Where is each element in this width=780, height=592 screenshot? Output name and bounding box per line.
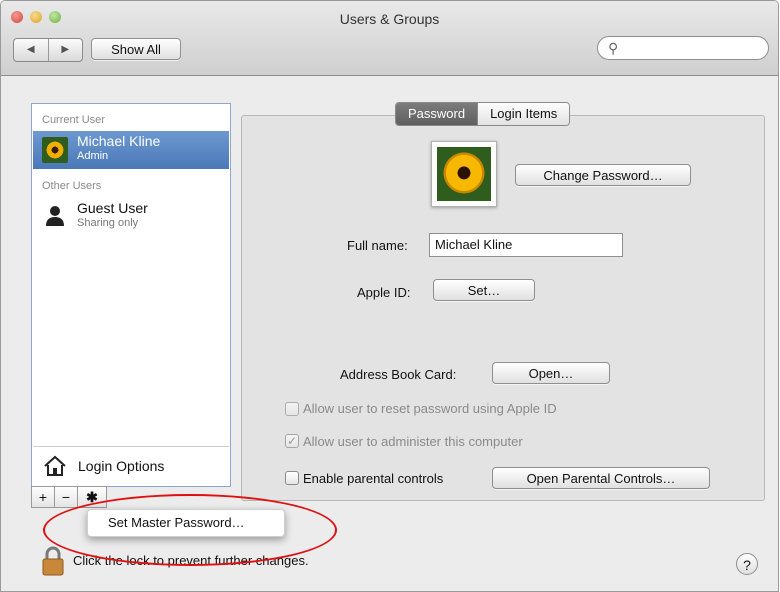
search-icon: ⚲ bbox=[608, 40, 619, 56]
remove-user-button[interactable]: − bbox=[54, 486, 78, 508]
user-role: Sharing only bbox=[77, 217, 139, 229]
tab-login-items[interactable]: Login Items bbox=[477, 103, 570, 125]
search-input[interactable]: ⚲ bbox=[597, 36, 769, 60]
annotation-ellipse bbox=[43, 494, 337, 566]
apple-id-label: Apple ID: bbox=[357, 285, 411, 300]
administer-checkbox[interactable]: ✓ bbox=[285, 434, 299, 448]
tab-password[interactable]: Password bbox=[396, 103, 478, 125]
back-forward-control: ◀ ▶ bbox=[13, 38, 83, 62]
users-list: Current User Michael Kline Admin Other U… bbox=[31, 103, 231, 487]
flower-picture bbox=[437, 147, 491, 201]
user-row-michael-kline[interactable]: Michael Kline Admin bbox=[33, 131, 229, 169]
address-book-card-label: Address Book Card: bbox=[340, 367, 457, 382]
login-options-label: Login Options bbox=[78, 458, 165, 474]
forward-icon[interactable]: ▶ bbox=[47, 39, 83, 61]
help-icon[interactable]: ? bbox=[736, 553, 758, 575]
users-groups-window: Users & Groups ◀ ▶ Show All ⚲ Current Us… bbox=[0, 0, 779, 592]
title-bar: Users & Groups ◀ ▶ Show All ⚲ bbox=[1, 1, 778, 76]
change-password-button[interactable]: Change Password… bbox=[515, 164, 691, 186]
parental-controls-checkbox[interactable] bbox=[285, 471, 299, 485]
settings-tabs: Password Login Items bbox=[395, 102, 571, 126]
show-all-button[interactable]: Show All bbox=[91, 38, 181, 60]
guest-user-icon bbox=[46, 206, 64, 226]
add-user-button[interactable]: + bbox=[31, 486, 55, 508]
reset-password-checkbox[interactable] bbox=[285, 402, 299, 416]
full-name-label: Full name: bbox=[347, 238, 408, 253]
lock-icon[interactable] bbox=[41, 546, 65, 576]
current-user-heading: Current User bbox=[42, 114, 105, 126]
window-title: Users & Groups bbox=[339, 11, 440, 27]
user-role: Admin bbox=[77, 150, 109, 162]
user-name: Michael Kline bbox=[77, 133, 161, 149]
user-row-guest[interactable]: Guest User Sharing only bbox=[33, 198, 229, 236]
back-icon[interactable]: ◀ bbox=[14, 39, 48, 61]
administer-label: Allow user to administer this computer bbox=[303, 434, 523, 449]
reset-password-label: Allow user to reset password using Apple… bbox=[303, 401, 557, 416]
set-apple-id-button[interactable]: Set… bbox=[433, 279, 535, 301]
avatar bbox=[42, 137, 68, 163]
user-name: Guest User bbox=[77, 200, 148, 216]
login-options-item[interactable]: Login Options bbox=[33, 446, 229, 485]
parental-controls-label: Enable parental controls bbox=[303, 471, 444, 486]
open-parental-controls-button[interactable]: Open Parental Controls… bbox=[492, 467, 710, 489]
open-address-book-button[interactable]: Open… bbox=[492, 362, 610, 384]
house-icon bbox=[44, 455, 66, 476]
user-picture[interactable] bbox=[431, 141, 497, 207]
other-users-heading: Other Users bbox=[42, 180, 102, 192]
full-name-field[interactable]: Michael Kline bbox=[429, 233, 623, 257]
